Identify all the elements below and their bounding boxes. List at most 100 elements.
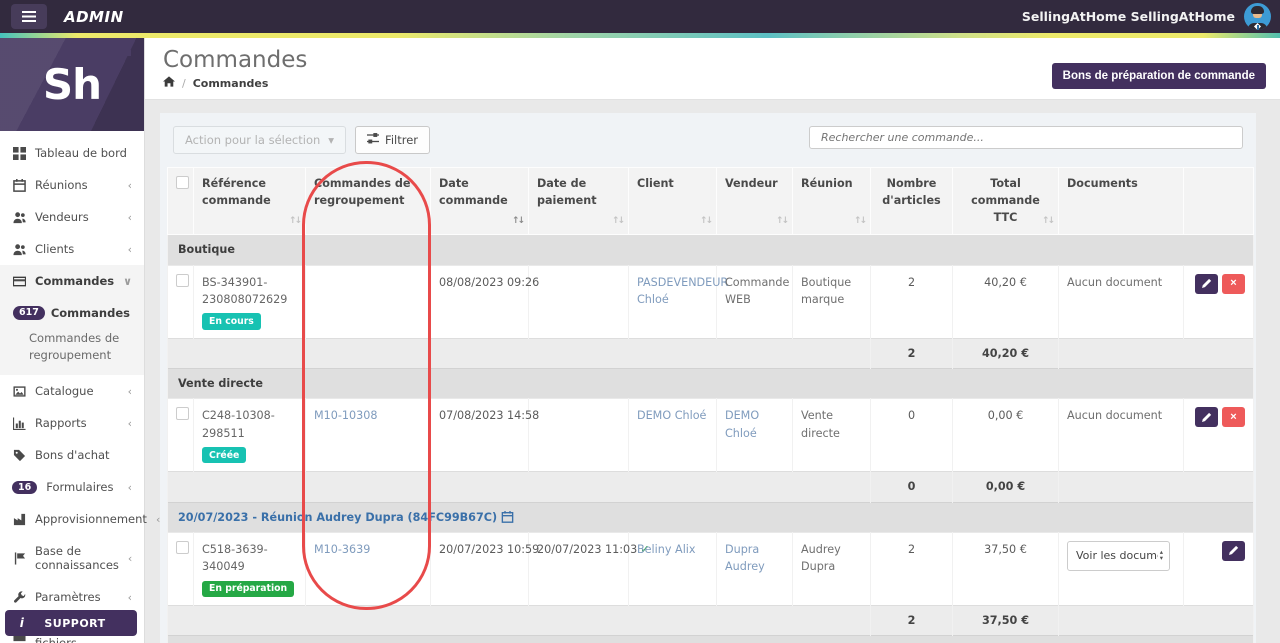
chevron-left-icon: ‹ [127, 590, 132, 604]
sidebar-item-base-de-connaissances[interactable]: Base de connaissances ‹ [0, 535, 144, 581]
col-documents: Documents [1058, 166, 1184, 236]
group-header-row: Vente directe [167, 635, 1254, 643]
col-actions [1183, 166, 1254, 236]
sort-icon[interactable]: ↑↓ [289, 215, 302, 229]
image-icon [12, 384, 26, 398]
edit-button[interactable] [1195, 407, 1218, 428]
support-button[interactable]: i SUPPORT [5, 610, 137, 636]
sort-icon[interactable]: ↑↓ [854, 215, 867, 229]
sidebar-item-vendeurs[interactable]: Vendeurs ‹ [0, 201, 144, 233]
sort-icon[interactable]: ↑↓ [1042, 215, 1055, 229]
chevron-left-icon: ‹ [127, 384, 132, 398]
orders-card: Action pour la sélection ▾ Filtrer Référ… [160, 113, 1256, 643]
sort-icon[interactable]: ↑↓ [612, 215, 625, 229]
sidebar-item-parametres[interactable]: Paramètres ‹ [0, 581, 144, 613]
vendeur-link[interactable]: DEMO Chloé [725, 409, 759, 439]
sidebar-item-catalogue[interactable]: Catalogue ‹ [0, 375, 144, 407]
logo-block[interactable]: Sh [0, 38, 144, 131]
filter-button[interactable]: Filtrer [355, 126, 431, 154]
subtotal-total: 0,00 € [985, 480, 1026, 494]
group-header-row: Vente directe [167, 367, 1254, 399]
col-total-commande-ttc: Total commande TTC ↑↓ [952, 166, 1059, 236]
sidebar-item-label: Vendeurs [35, 210, 89, 224]
row-checkbox[interactable] [176, 273, 189, 287]
sidebar-item-label: Bons d'achat [35, 448, 110, 463]
delete-button[interactable]: × [1222, 407, 1245, 428]
client-link[interactable]: PASDEVENDEUR Chloé [637, 276, 728, 306]
sidebar-subitem-label: Commandes de regroupement [29, 331, 120, 362]
sidebar-item-label: Base de connaissances [35, 544, 119, 573]
home-icon[interactable] [163, 76, 175, 90]
bulk-action-dropdown[interactable]: Action pour la sélection ▾ [173, 126, 347, 154]
search-input[interactable] [809, 126, 1243, 149]
chevron-left-icon: ‹ [127, 551, 133, 565]
chevron-left-icon: ‹ [127, 210, 132, 224]
sidebar-item-label: Commandes [35, 274, 115, 288]
documents-text: Aucun document [1067, 275, 1163, 289]
tag-icon [12, 448, 26, 462]
topbar: ADMIN SellingAtHome SellingAtHome [0, 0, 1280, 33]
flag-icon [12, 551, 26, 565]
reunion-text: Audrey Dupra [801, 542, 841, 574]
order-date: 08/08/2023 09:26 [439, 275, 540, 289]
col-reunion: Réunion ↑↓ [792, 166, 871, 236]
order-total: 0,00 € [987, 409, 1024, 423]
vendeur-link[interactable]: Dupra Audrey [725, 543, 765, 573]
sidebar-item-bons-dachat[interactable]: Bons d'achat [0, 439, 144, 471]
sidebar-item-rapports[interactable]: Rapports ‹ [0, 407, 144, 439]
client-link[interactable]: DEMO Chloé [637, 409, 706, 422]
articles-count: 2 [907, 275, 916, 289]
hamburger-menu-button[interactable] [11, 4, 47, 29]
admin-brand-logo: ADMIN [64, 7, 124, 26]
col-date-de-paiement: Date de paiement ↑↓ [528, 166, 629, 236]
sidebar-item-reunions[interactable]: Réunions ‹ [0, 169, 144, 201]
sidebar-item-tableau-de-bord[interactable]: Tableau de bord [0, 137, 144, 169]
regroupement-link[interactable]: M10-10308 [314, 409, 378, 422]
sidebar-menu: Tableau de bord Réunions ‹ Vendeurs ‹ Cl… [0, 131, 160, 643]
chevron-left-icon: ‹ [127, 480, 132, 494]
reunion-group-link[interactable]: 20/07/2023 - Réunion Audrey Dupra (84FC9… [178, 511, 497, 524]
info-icon: i [19, 616, 25, 630]
delete-button[interactable]: × [1222, 273, 1245, 294]
pencil-icon [1228, 543, 1239, 558]
user-name[interactable]: SellingAtHome SellingAtHome [1022, 9, 1235, 24]
sidebar-item-clients[interactable]: Clients ‹ [0, 233, 144, 265]
bar-chart-icon [12, 416, 26, 430]
documents-select[interactable]: Voir les documents▴▾ [1067, 540, 1170, 571]
subtotal-articles: 0 [907, 480, 916, 494]
sidebar-item-label: Rapports [35, 416, 87, 431]
sidebar-subitem-commandes[interactable]: 617 Commandes [0, 297, 144, 326]
col-vendeur: Vendeur ↑↓ [716, 166, 793, 236]
sidebar-item-formulaires[interactable]: 16 Formulaires ‹ [0, 471, 144, 503]
page-header: Commandes / Commandes Bons de préparatio… [145, 38, 1280, 100]
table-row: C248-10308-298511 Créée M10-10308 07/08/2… [167, 398, 1254, 472]
bons-de-preparation-button[interactable]: Bons de préparation de commande [1051, 63, 1266, 89]
reunion-text: Boutique marque [801, 275, 852, 307]
sort-icon[interactable]: ↑↓ [700, 215, 713, 229]
row-checkbox[interactable] [176, 540, 189, 554]
order-reference: BS-343901-230808072629 [202, 275, 288, 307]
users-icon [12, 242, 26, 256]
accent-gradient-stripe [0, 33, 1280, 38]
order-reference: C518-3639-340049 [202, 542, 268, 574]
col-commandes-de-regroupement: Commandes de regroupement [305, 166, 431, 236]
select-all-checkbox[interactable] [176, 176, 189, 189]
edit-button[interactable] [1195, 273, 1218, 294]
sidebar-item-approvisionnement[interactable]: Approvisionnement ‹ [0, 503, 160, 535]
user-avatar[interactable] [1244, 3, 1271, 30]
sidebar-subitem-commandes-de-regroupement[interactable]: Commandes de regroupement [0, 326, 144, 375]
sidebar-item-label: Formulaires [46, 480, 114, 495]
regroupement-link[interactable]: M10-3639 [314, 543, 370, 556]
subtotal-total: 40,20 € [981, 346, 1030, 360]
sidebar-item-commandes[interactable]: Commandes ∨ [0, 265, 144, 297]
row-checkbox[interactable] [176, 407, 189, 421]
avatar-tie [1256, 25, 1259, 30]
edit-button[interactable] [1222, 540, 1245, 561]
sort-icon[interactable]: ↑↓ [776, 215, 789, 229]
caret-down-icon: ▾ [328, 133, 335, 147]
sh-logo: Sh [42, 60, 102, 109]
sidebar-item-label: Catalogue [35, 384, 94, 399]
table-toolbar: Action pour la sélection ▾ Filtrer [167, 126, 1249, 154]
client-link[interactable]: Beliny Alix [637, 543, 696, 556]
sort-icon[interactable]: ↑↓ [512, 215, 525, 229]
